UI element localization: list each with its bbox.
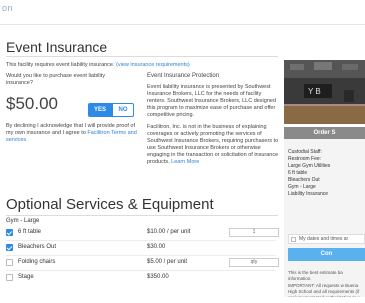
order-summary: Order S Custodial Staff: Restroom Fee: L… (284, 127, 365, 297)
service-price: $350.00 (147, 274, 169, 280)
service-qty-input[interactable]: qty (229, 258, 279, 267)
view-insurance-requirements-link[interactable]: (view insurance requirements) (116, 62, 190, 68)
dates-confirm-label: My dates and times ar (299, 236, 349, 242)
service-row: Folding chairs $5.00 / per unit qty (6, 256, 279, 270)
checkbox-icon (291, 237, 296, 242)
service-checkbox[interactable] (6, 229, 13, 236)
service-price: $10.00 / per unit (147, 229, 191, 235)
facility-photo: Y B (284, 60, 365, 124)
service-checkbox[interactable] (6, 274, 13, 281)
order-item: Liability Insurance (288, 191, 329, 197)
service-qty-input[interactable]: 1 (229, 228, 279, 237)
service-checkbox[interactable] (6, 244, 13, 251)
services-group-label: Gym - Large (6, 218, 40, 224)
insurance-price: $50.00 (6, 94, 58, 113)
service-name: Bleachers Out (18, 244, 57, 250)
service-price: $5.00 / per unit (147, 259, 188, 265)
estimate-note: This is the best estimate ba information… (288, 270, 343, 281)
services-divider (6, 215, 278, 216)
services-title: Optional Services & Equipment (6, 196, 214, 213)
insurance-divider (6, 56, 278, 57)
order-summary-header: Order S (284, 127, 365, 139)
gym-image: Y B (284, 60, 365, 124)
order-item: Restroom Fee: (288, 156, 322, 162)
service-name: Folding chairs (18, 259, 56, 265)
insurance-title: Event Insurance (6, 39, 108, 55)
service-checkbox[interactable] (6, 259, 13, 266)
order-item: 6 ft table (288, 170, 308, 176)
service-name: 6 ft table (18, 229, 42, 235)
top-bar: on (0, 0, 365, 25)
facilitron-link[interactable]: Facilitron (87, 130, 109, 136)
protection-paragraph-1: Event liability insurance is presented b… (147, 84, 277, 118)
svg-text:Y B: Y B (308, 87, 321, 96)
order-item: Large Gym Utilities (288, 163, 331, 169)
insurance-question: Would you like to purchase event liabili… (6, 73, 105, 86)
learn-more-link[interactable]: Learn More (171, 159, 199, 165)
order-item: Gym - Large (288, 184, 316, 190)
service-row: Stage $350.00 (6, 271, 266, 285)
important-note: IMPORTANT: All requests w Buena High Sch… (288, 283, 360, 297)
no-button[interactable]: NO (112, 103, 134, 117)
order-item: Custodial Staff: (288, 149, 322, 155)
service-row: 6 ft table $10.00 / per unit 1 (6, 226, 279, 240)
logo: on (2, 3, 14, 13)
protection-paragraph-2: Facilitron, Inc. is not in the business … (147, 124, 281, 166)
order-item: Bleachers Out (288, 177, 320, 183)
dates-confirm-checkbox[interactable]: My dates and times ar (288, 234, 365, 244)
service-price: $30.00 (147, 244, 166, 250)
insurance-required-line: This facility requires event liability i… (6, 62, 281, 69)
continue-button[interactable]: Con (288, 248, 365, 261)
insurance-disclaimer: By declining I acknowledge that I will p… (6, 123, 138, 144)
insurance-required-text: This facility requires event liability i… (6, 62, 115, 68)
yes-button[interactable]: YES (88, 103, 112, 117)
service-row: Bleachers Out $30.00 (6, 241, 266, 255)
protection-title: Event Insurance Protection (147, 73, 220, 79)
service-name: Stage (18, 274, 34, 280)
protection-paragraph-2-text: Facilitron, Inc. is not in the business … (147, 124, 279, 165)
